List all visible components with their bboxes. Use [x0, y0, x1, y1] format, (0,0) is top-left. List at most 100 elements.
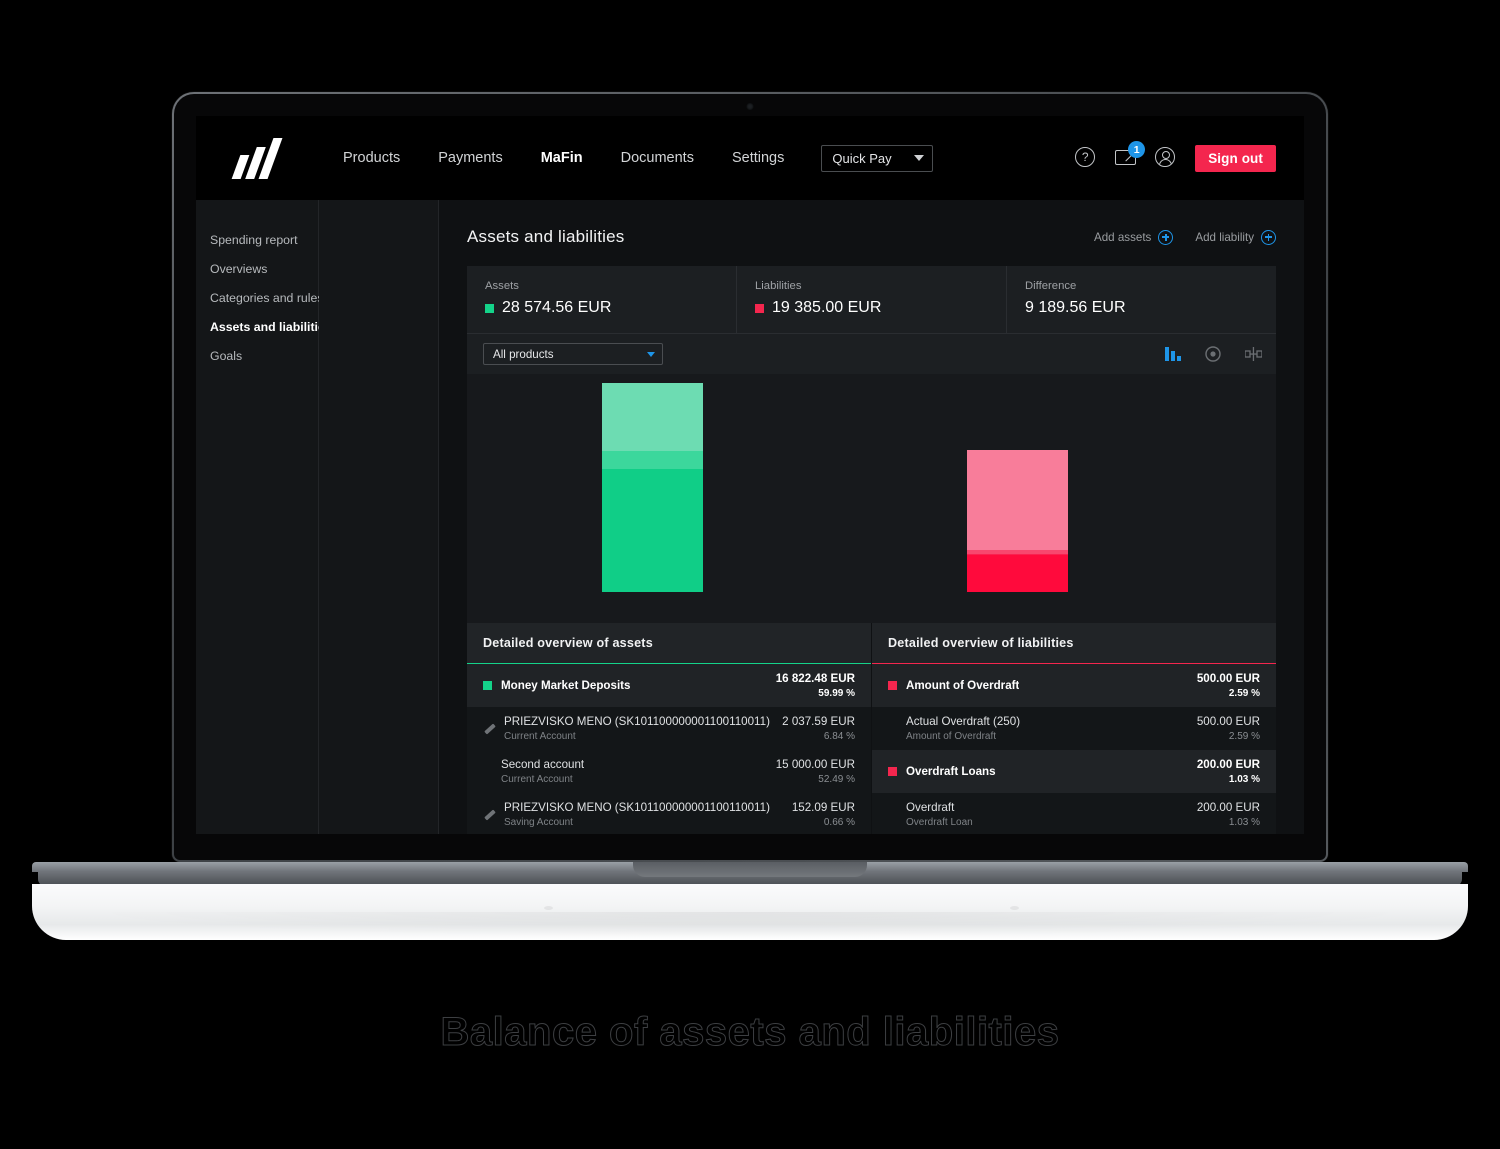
table-row[interactable]: Second account Current Account 15 000.00 E… — [467, 750, 871, 793]
main-navigation: Products Payments MaFin Documents Settin… — [324, 116, 934, 208]
donut-chart-view-button[interactable] — [1205, 346, 1221, 362]
table-row[interactable]: Actual Overdraft (250) Amount of Overdraf… — [872, 707, 1276, 750]
table-row-right: 2 037.59 EUR 6.84 % — [782, 715, 855, 742]
table-row-text: Overdraft Overdraft Loan — [906, 801, 973, 828]
logo-mark-icon[interactable] — [231, 137, 288, 179]
sidebar-item-assets-and-liabilities[interactable]: Assets and liabilities — [210, 314, 332, 343]
table-row-title: Money Market Deposits — [501, 679, 631, 692]
table-row-amount: 500.00 EUR — [1196, 715, 1260, 728]
liabilities-color-swatch-icon — [888, 767, 897, 776]
table-row-percent: 2.59 % — [1228, 688, 1260, 699]
table-row-right: 16 822.48 EUR 59.99 % — [776, 672, 855, 699]
chart-view-switcher — [1165, 346, 1262, 362]
assets-detail-table: Detailed overview of assets Money Market… — [467, 623, 872, 834]
table-row-left: Overdraft Overdraft Loan — [888, 801, 1187, 828]
add-liability-label: Add liability — [1195, 230, 1254, 244]
table-row[interactable]: PRIEZVISKO MENO (SK101100000001100110011… — [467, 793, 871, 834]
summary-card-difference: Difference 9 189.56 EUR — [1007, 266, 1276, 333]
donut-chart-icon — [1205, 346, 1221, 362]
tree-chart-view-button[interactable] — [1245, 347, 1262, 361]
table-row-percent: 2.59 % — [1228, 731, 1260, 742]
bar-segment[interactable] — [967, 450, 1068, 551]
table-row-text: Second account Current Account — [501, 758, 584, 785]
bar-assets[interactable] — [602, 383, 703, 592]
table-row-text: Actual Overdraft (250) Amount of Overdraf… — [906, 715, 1020, 742]
pencil-icon[interactable] — [483, 723, 495, 735]
table-row[interactable]: Amount of Overdraft 500.00 EUR 2.59 % — [872, 664, 1276, 707]
table-row-text: PRIEZVISKO MENO (SK101100000001100110011… — [504, 801, 770, 828]
table-row-title: PRIEZVISKO MENO (SK101100000001100110011… — [504, 801, 770, 814]
bar-liabilities[interactable] — [967, 450, 1068, 592]
table-row[interactable]: Money Market Deposits 16 822.48 EUR 59.99 … — [467, 664, 871, 707]
table-row-subtitle: Current Account — [504, 731, 576, 742]
liabilities-table-body: Amount of Overdraft 500.00 EUR 2.59 % Actua… — [872, 664, 1276, 834]
profile-button[interactable] — [1155, 147, 1177, 169]
table-row-left: Money Market Deposits — [483, 679, 766, 692]
nav-item-payments[interactable]: Payments — [419, 116, 521, 200]
messages-button[interactable]: 1 — [1115, 141, 1146, 169]
summary-cards: Assets 28 574.56 EUR Liabilities 19 385.… — [467, 266, 1276, 333]
chevron-down-icon — [914, 155, 925, 161]
table-row-amount: 500.00 EUR — [1196, 672, 1260, 685]
liabilities-table-header: Detailed overview of liabilities — [872, 623, 1276, 664]
table-row[interactable]: Overdraft Overdraft Loan 200.00 EUR 1.03 % — [872, 793, 1276, 834]
table-row-amount: 16 822.48 EUR — [775, 672, 855, 685]
liabilities-total-value: 19 385.00 EUR — [772, 299, 882, 316]
app-screen: Products Payments MaFin Documents Settin… — [196, 116, 1304, 834]
bar-chart-view-button[interactable] — [1165, 346, 1181, 362]
app-body: Spending report Overviews Categories and… — [196, 200, 1304, 834]
table-row-subtitle: Overdraft Loan — [906, 817, 973, 828]
app-header: Products Payments MaFin Documents Settin… — [196, 116, 1304, 208]
laptop-base — [32, 862, 1468, 886]
pencil-icon[interactable] — [483, 809, 495, 821]
table-row-subtitle: Amount of Overdraft — [906, 731, 997, 742]
liabilities-color-swatch-icon — [755, 303, 764, 313]
table-row-percent: 1.03 % — [1228, 817, 1260, 828]
bar-segment[interactable] — [602, 383, 703, 451]
table-row-percent: 6.84 % — [823, 731, 855, 742]
add-liability-button[interactable]: Add liability — [1195, 229, 1276, 245]
quick-pay-dropdown[interactable]: Quick Pay — [821, 144, 934, 172]
question-mark-icon: ? — [1075, 147, 1096, 167]
nav-item-documents[interactable]: Documents — [602, 116, 713, 200]
liabilities-detail-table: Detailed overview of liabilities Amount … — [872, 623, 1276, 834]
assets-liabilities-bar-chart — [467, 374, 1276, 623]
foot-marker — [544, 906, 553, 910]
foot-marker — [1010, 906, 1019, 910]
summary-card-label: Difference — [1025, 280, 1077, 292]
laptop-bezel: Products Payments MaFin Documents Settin… — [174, 94, 1326, 860]
bar-segment[interactable] — [967, 555, 1068, 592]
table-row-text: Amount of Overdraft — [906, 679, 1019, 692]
sidebar-item-spending-report[interactable]: Spending report — [210, 227, 318, 256]
nav-item-products[interactable]: Products — [324, 116, 419, 200]
table-row-amount: 200.00 EUR — [1196, 758, 1260, 771]
laptop-foot — [32, 884, 1468, 940]
sidebar-secondary-panel — [319, 200, 439, 834]
product-filter-value: All products — [493, 347, 554, 361]
table-row[interactable]: Overdraft Loans 200.00 EUR 1.03 % — [872, 750, 1276, 793]
sidebar-item-overviews[interactable]: Overviews — [210, 256, 318, 285]
product-filter-select[interactable]: All products — [483, 343, 663, 365]
sign-out-button[interactable]: Sign out — [1195, 144, 1276, 172]
table-row-left: Overdraft Loans — [888, 765, 1187, 778]
header-actions: ? 1 Sign out — [1075, 141, 1276, 172]
bar-segment[interactable] — [602, 450, 703, 469]
table-row-title: Amount of Overdraft — [906, 679, 1020, 692]
table-row-right: 500.00 EUR 2.59 % — [1197, 672, 1260, 699]
plus-circle-icon — [1158, 229, 1174, 245]
help-button[interactable]: ? — [1075, 147, 1097, 169]
webcam-icon — [746, 103, 754, 110]
assets-table-body: Money Market Deposits 16 822.48 EUR 59.99 … — [467, 664, 871, 834]
laptop-lid: Products Payments MaFin Documents Settin… — [172, 92, 1328, 862]
bar-segment[interactable] — [602, 468, 703, 592]
summary-card-liabilities: Liabilities 19 385.00 EUR — [737, 266, 1007, 333]
nav-item-mafin[interactable]: MaFin — [522, 116, 602, 208]
table-row[interactable]: PRIEZVISKO MENO (SK101100000001100110011… — [467, 707, 871, 750]
add-assets-button[interactable]: Add assets — [1094, 229, 1174, 245]
sidebar-item-goals[interactable]: Goals — [210, 343, 318, 372]
table-row-percent: 52.49 % — [818, 774, 855, 785]
person-icon — [1155, 147, 1176, 167]
plus-circle-icon — [1261, 229, 1276, 245]
nav-item-settings[interactable]: Settings — [713, 116, 803, 200]
sidebar-item-categories-and-rules[interactable]: Categories and rules — [210, 285, 323, 314]
